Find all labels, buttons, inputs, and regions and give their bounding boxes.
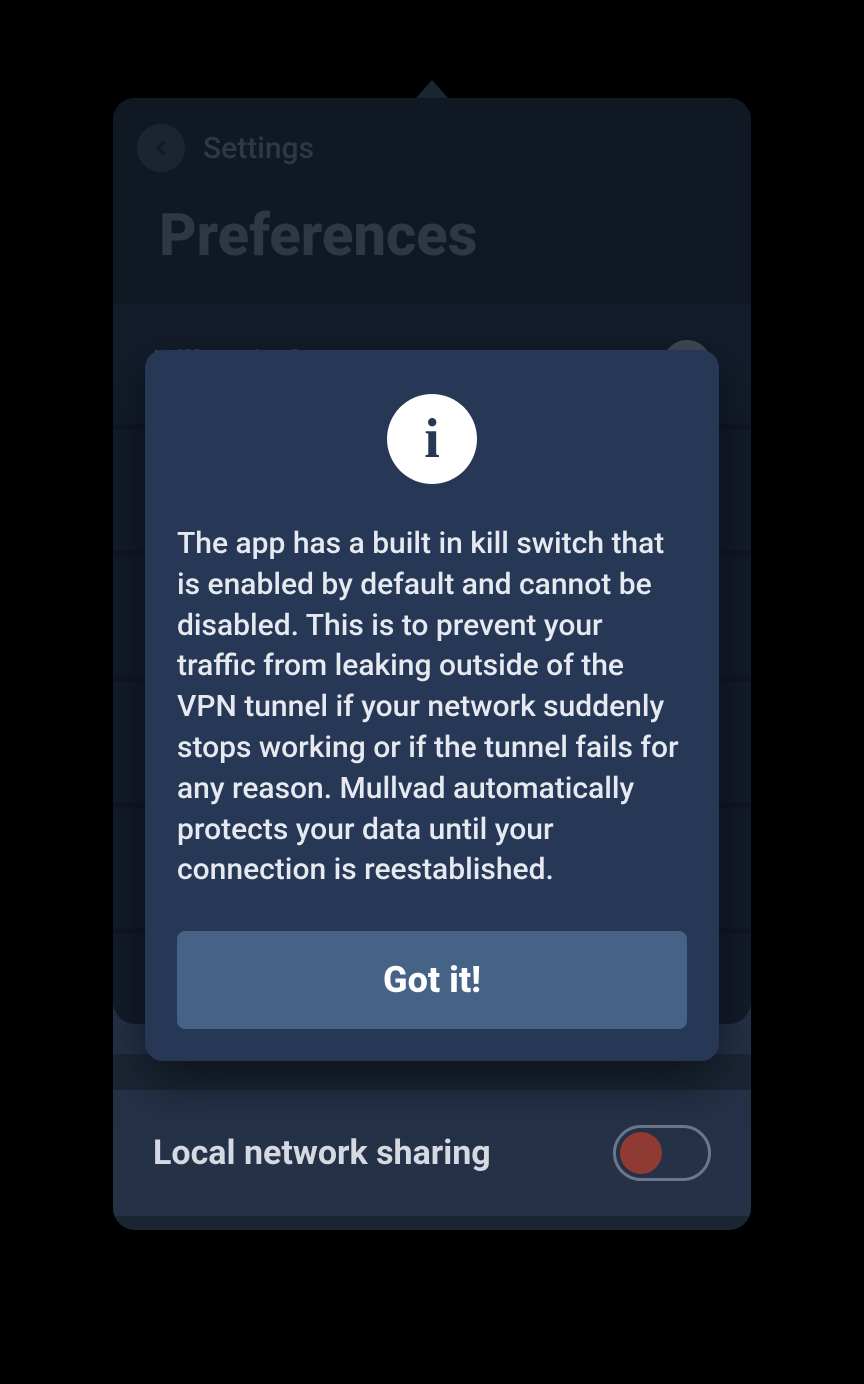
page-title: Preferences	[137, 202, 727, 270]
row-local-network-sharing: Local network sharing	[113, 1090, 751, 1216]
row-spacer	[113, 1060, 751, 1090]
info-modal: i The app has a built in kill switch tha…	[145, 350, 719, 1061]
modal-body: The app has a built in kill switch that …	[177, 524, 687, 891]
got-it-button[interactable]: Got it!	[177, 931, 687, 1029]
toggle-local-network-sharing[interactable]	[613, 1125, 711, 1181]
panel-header: Settings Preferences	[113, 98, 751, 304]
toggle-knob	[620, 1132, 662, 1174]
back-button[interactable]	[137, 124, 185, 172]
breadcrumb: Settings	[137, 124, 727, 172]
chevron-left-icon	[150, 137, 172, 159]
preferences-panel: Settings Preferences Kill switch i Block…	[113, 98, 751, 1230]
breadcrumb-label[interactable]: Settings	[203, 131, 314, 166]
panel-pointer	[414, 80, 450, 100]
row-label: Local network sharing	[153, 1133, 491, 1173]
info-icon: i	[387, 394, 477, 484]
